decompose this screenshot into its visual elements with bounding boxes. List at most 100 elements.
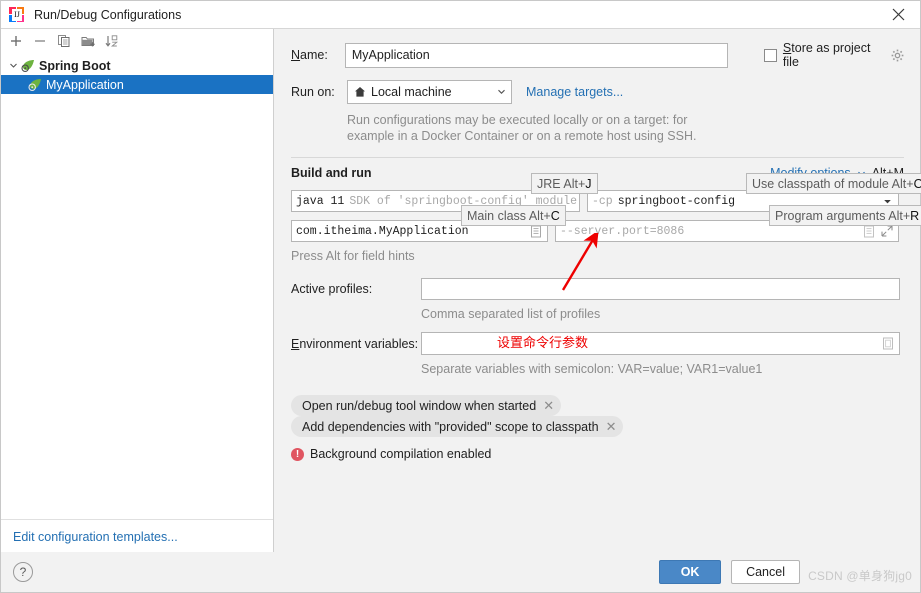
run-on-label: Run on:: [291, 84, 335, 99]
active-profiles-hint: Comma separated list of profiles: [421, 307, 601, 321]
add-configuration-button[interactable]: [5, 30, 27, 52]
edit-configuration-templates-link[interactable]: Edit configuration templates...: [13, 530, 178, 544]
chevron-down-icon[interactable]: [491, 81, 511, 103]
run-debug-configurations-dialog: IJ Run/Debug Configurations Spring Boot …: [0, 0, 921, 593]
chip-open-run-debug-tool-window[interactable]: Open run/debug tool window when started …: [291, 395, 562, 416]
main-class-hint-key: C: [550, 208, 560, 223]
close-icon: [892, 8, 904, 21]
spring-boot-icon: [27, 78, 43, 92]
chip-label: Open run/debug tool window when started: [302, 398, 537, 413]
jre-hint-tooltip: JRE Alt+ J: [531, 173, 598, 194]
program-arguments-port: 8086: [656, 224, 685, 238]
environment-variables-input[interactable]: [421, 332, 900, 355]
error-icon: !: [291, 447, 304, 461]
use-classpath-hint-tooltip: Use classpath of module Alt+ O: [746, 173, 921, 194]
sort-az-icon: [105, 35, 119, 47]
jre-hint-text: JRE Alt+: [537, 176, 586, 191]
chip-label: Add dependencies with "provided" scope t…: [302, 419, 599, 434]
tree-item-label: MyApplication: [46, 77, 124, 92]
status-text: Background compilation enabled: [310, 447, 492, 461]
gear-icon[interactable]: [891, 49, 904, 62]
tree-group-spring-boot[interactable]: Spring Boot: [1, 56, 273, 75]
watermark: CSDN @单身狗jg0: [808, 569, 912, 583]
close-icon[interactable]: ✕: [606, 420, 617, 433]
expand-icon[interactable]: [880, 224, 894, 238]
use-classpath-hint-key: O: [913, 176, 921, 191]
store-as-project-file-label: Store as project file: [782, 41, 871, 69]
name-label: Name:: [291, 48, 328, 62]
active-profiles-input[interactable]: [421, 278, 900, 300]
ok-button[interactable]: OK: [659, 560, 722, 584]
run-on-hint: Run configurations may be executed local…: [347, 112, 904, 144]
help-button[interactable]: ?: [13, 562, 33, 582]
environment-variables-row: Environment variables:: [291, 332, 904, 355]
main-class-value: com.itheima.MyApplication: [296, 224, 469, 238]
save-configuration-button[interactable]: [77, 30, 99, 52]
plus-icon: [11, 36, 21, 46]
program-arguments-prefix: --server.port=: [560, 224, 657, 238]
ok-button-label: OK: [680, 565, 700, 579]
sort-configurations-button[interactable]: [101, 30, 123, 52]
window-title: Run/Debug Configurations: [34, 7, 182, 22]
chevron-down-icon[interactable]: [6, 61, 20, 70]
active-profiles-label: Active profiles:: [291, 282, 373, 296]
classpath-prefix: -cp: [592, 194, 613, 208]
jre-value-sdk: java 11: [296, 194, 345, 208]
title-bar: IJ Run/Debug Configurations: [1, 1, 920, 29]
environment-variables-label: Environment variables:: [291, 336, 419, 351]
build-and-run-title: Build and run: [291, 166, 372, 180]
configurations-tree: Spring Boot MyApplication: [1, 53, 273, 94]
name-input-value: MyApplication: [351, 48, 430, 62]
manage-targets-link[interactable]: Manage targets...: [526, 85, 623, 99]
configuration-form: Name: MyApplication Store as project fil…: [275, 29, 920, 553]
active-profiles-row: Active profiles:: [291, 278, 904, 300]
intellij-idea-icon: IJ: [9, 6, 25, 23]
program-arguments-hint-tooltip: Program arguments Alt+ R: [769, 205, 921, 226]
close-icon[interactable]: ✕: [543, 399, 554, 412]
store-as-project-file-checkbox[interactable]: [764, 48, 777, 62]
close-button[interactable]: [876, 1, 920, 28]
cancel-button[interactable]: Cancel: [731, 560, 800, 584]
help-icon: ?: [19, 565, 27, 579]
run-on-select[interactable]: Local machine: [347, 79, 512, 104]
store-as-project-file-row[interactable]: Store as project file: [764, 41, 904, 69]
section-divider: [291, 157, 904, 158]
options-chips: Open run/debug tool window when started …: [291, 395, 904, 437]
classpath-module-value: springboot-config: [617, 194, 736, 208]
environment-variables-hint: Separate variables with semicolon: VAR=v…: [421, 362, 763, 376]
press-alt-hint: Press Alt for field hints: [291, 249, 415, 263]
annotation-text: 设置命令行参数: [497, 336, 589, 351]
folder-add-icon: [81, 37, 95, 47]
remove-configuration-button[interactable]: [29, 30, 51, 52]
main-class-hint-tooltip: Main class Alt+ C: [461, 205, 566, 226]
run-on-hint-line-2: example in a Docker Container or on a re…: [347, 129, 697, 143]
configurations-panel: Spring Boot MyApplication Edit configura…: [1, 29, 274, 553]
jre-hint-key: J: [585, 176, 592, 191]
home-icon: [354, 86, 366, 98]
name-input[interactable]: MyApplication: [344, 42, 729, 68]
edit-templates-footer: Edit configuration templates...: [1, 519, 273, 553]
main-class-hint-text: Main class Alt+: [467, 208, 551, 223]
program-arguments-hint-text: Program arguments Alt+: [775, 208, 911, 223]
spring-boot-icon: [20, 59, 36, 73]
browse-icon[interactable]: [881, 337, 895, 351]
chip-add-provided-dependencies[interactable]: Add dependencies with "provided" scope t…: [291, 416, 624, 437]
copy-icon: [58, 35, 70, 47]
run-on-hint-line-1: Run configurations may be executed local…: [347, 113, 688, 127]
tree-item-myapplication[interactable]: MyApplication: [1, 75, 273, 94]
chevron-down-icon[interactable]: [577, 194, 579, 208]
cancel-button-label: Cancel: [746, 565, 785, 579]
status-row: ! Background compilation enabled: [291, 447, 904, 461]
browse-icon[interactable]: [862, 224, 876, 238]
dialog-button-bar: ? OK Cancel: [1, 552, 920, 592]
name-row: Name: MyApplication Store as project fil…: [291, 41, 904, 69]
program-arguments-hint-key: R: [910, 208, 920, 223]
minus-icon: [35, 40, 45, 42]
browse-icon[interactable]: [529, 224, 543, 238]
tree-group-label: Spring Boot: [39, 58, 111, 73]
run-on-row: Run on: Local machine Manage targets...: [291, 79, 904, 104]
run-on-value: Local machine: [371, 84, 452, 99]
use-classpath-hint-text: Use classpath of module Alt+: [752, 176, 914, 191]
copy-configuration-button[interactable]: [53, 30, 75, 52]
configurations-toolbar: [1, 29, 273, 53]
